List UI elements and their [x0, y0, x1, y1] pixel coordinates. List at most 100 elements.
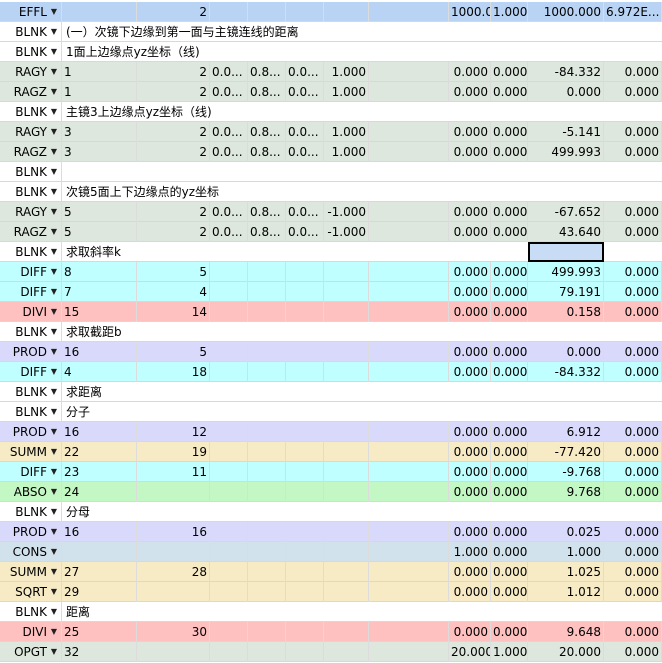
- cell-c6[interactable]: [324, 582, 369, 602]
- cell-c2[interactable]: 5: [137, 342, 210, 362]
- cell-c5[interactable]: [286, 642, 324, 662]
- cell-c4[interactable]: [248, 262, 286, 282]
- cell-c1[interactable]: 1: [62, 82, 137, 102]
- cell-c7[interactable]: 0.000: [449, 422, 491, 442]
- cell-c5[interactable]: [286, 362, 324, 382]
- operand-type-select[interactable]: DIVI ▼: [0, 302, 62, 322]
- cell-gap[interactable]: [369, 422, 449, 442]
- cell-c2[interactable]: 30: [137, 622, 210, 642]
- cell-c5[interactable]: [286, 462, 324, 482]
- cell-c7[interactable]: 1.000: [449, 542, 491, 562]
- operand-row[interactable]: BLNK ▼ (一）次镜下边缘到第一面与主镜连线的距离: [0, 22, 662, 42]
- cell-c10[interactable]: 6.972E...: [604, 2, 662, 22]
- dropdown-arrow-icon[interactable]: ▼: [51, 122, 57, 142]
- cell-c3[interactable]: 0.0...: [210, 82, 248, 102]
- cell-c6[interactable]: 1.000: [324, 82, 369, 102]
- cell-c2[interactable]: 5: [137, 262, 210, 282]
- cell-gap[interactable]: [369, 142, 449, 162]
- cell-c2[interactable]: 2: [137, 62, 210, 82]
- cell-c5[interactable]: 0.0...: [286, 222, 324, 242]
- cell-c7[interactable]: 0.000: [449, 302, 491, 322]
- cell-c1[interactable]: 1: [62, 62, 137, 82]
- cell-c8[interactable]: 0.000: [491, 282, 528, 302]
- cell-c2[interactable]: 12: [137, 422, 210, 442]
- operand-row[interactable]: DIFF ▼ 8 5 0.000 0.000 499.993 0.000: [0, 262, 662, 282]
- cell-c6[interactable]: [324, 282, 369, 302]
- cell-c9[interactable]: -84.332: [528, 62, 604, 82]
- cell-c4[interactable]: [248, 422, 286, 442]
- cell-c10[interactable]: 0.000: [604, 302, 662, 322]
- dropdown-arrow-icon[interactable]: ▼: [51, 282, 57, 302]
- cell-c10[interactable]: 0.000: [604, 202, 662, 222]
- cell-c6[interactable]: [324, 642, 369, 662]
- cell-c10[interactable]: 0.000: [604, 562, 662, 582]
- cell-c4[interactable]: [248, 302, 286, 322]
- cell-c9[interactable]: 9.768: [528, 482, 604, 502]
- cell-c4[interactable]: [248, 622, 286, 642]
- cell-c9[interactable]: 0.158: [528, 302, 604, 322]
- cell-c7[interactable]: 0.000: [449, 342, 491, 362]
- operand-type-select[interactable]: ABSO ▼: [0, 482, 62, 502]
- cell-c10[interactable]: 0.000: [604, 482, 662, 502]
- cell-c7[interactable]: 20.000: [449, 642, 491, 662]
- cell-c2[interactable]: 16: [137, 522, 210, 542]
- cell-c3[interactable]: [210, 282, 248, 302]
- dropdown-arrow-icon[interactable]: ▼: [51, 322, 57, 342]
- cell-c8[interactable]: 0.000: [491, 542, 528, 562]
- comment-cell[interactable]: 1面上边缘点yz坐标（线): [62, 42, 200, 62]
- cell-c3[interactable]: 0.0...: [210, 122, 248, 142]
- operand-row[interactable]: RAGY ▼ 5 2 0.0... 0.8... 0.0... -1.000 0.000 0.00…: [0, 202, 662, 222]
- cell-c2[interactable]: 19: [137, 442, 210, 462]
- cell-c10[interactable]: 0.000: [604, 82, 662, 102]
- cell-c4[interactable]: [248, 462, 286, 482]
- cell-c5[interactable]: [286, 262, 324, 282]
- operand-type-select[interactable]: SUMM ▼: [0, 442, 62, 462]
- cell-c4[interactable]: [248, 482, 286, 502]
- cell-c4[interactable]: 0.8...: [248, 222, 286, 242]
- cell-c4[interactable]: [248, 362, 286, 382]
- comment-cell[interactable]: 分子: [62, 402, 90, 422]
- cell-c8[interactable]: 1.000: [491, 642, 528, 662]
- dropdown-arrow-icon[interactable]: ▼: [51, 622, 57, 642]
- cell-c8[interactable]: 0.000: [491, 62, 528, 82]
- operand-type-select[interactable]: RAGZ ▼: [0, 142, 62, 162]
- cell-c1[interactable]: 16: [62, 422, 137, 442]
- cell-c6[interactable]: 1.000: [324, 122, 369, 142]
- cell-c8[interactable]: 0.000: [491, 362, 528, 382]
- operand-row[interactable]: EFFL▼21000.0001.0001000.0006.972E...: [0, 2, 662, 22]
- dropdown-arrow-icon[interactable]: ▼: [51, 342, 57, 362]
- cell-gap[interactable]: [369, 442, 449, 462]
- cell-c6[interactable]: [324, 302, 369, 322]
- cell-c1[interactable]: [62, 2, 137, 22]
- cell-c5[interactable]: [286, 422, 324, 442]
- cell-c7[interactable]: 0.000: [449, 142, 491, 162]
- cell-c1[interactable]: 22: [62, 442, 137, 462]
- cell-c8[interactable]: 0.000: [491, 422, 528, 442]
- dropdown-arrow-icon[interactable]: ▼: [51, 502, 57, 522]
- dropdown-arrow-icon[interactable]: ▼: [51, 262, 57, 282]
- cell-c10[interactable]: 0.000: [604, 462, 662, 482]
- operand-row[interactable]: BLNK ▼ 主镜3上边缘点yz坐标（线): [0, 102, 662, 122]
- cell-gap[interactable]: [369, 82, 449, 102]
- cell-c8[interactable]: 0.000: [491, 582, 528, 602]
- cell-c3[interactable]: 0.0...: [210, 202, 248, 222]
- cell-c10[interactable]: 0.000: [604, 542, 662, 562]
- cell-c3[interactable]: [210, 622, 248, 642]
- cell-c7[interactable]: 0.000: [449, 82, 491, 102]
- operand-type-select[interactable]: DIFF ▼: [0, 462, 62, 482]
- cell-gap[interactable]: [369, 542, 449, 562]
- cell-c7[interactable]: 0.000: [449, 582, 491, 602]
- cell-c2[interactable]: 28: [137, 562, 210, 582]
- cell-c10[interactable]: 0.000: [604, 142, 662, 162]
- operand-type-select[interactable]: RAGY ▼: [0, 202, 62, 222]
- operand-row[interactable]: SQRT ▼ 29 0.000 0.000 1.012 0.000: [0, 582, 662, 602]
- cell-c3[interactable]: [210, 562, 248, 582]
- dropdown-arrow-icon[interactable]: ▼: [51, 102, 57, 122]
- cell-c1[interactable]: 32: [62, 642, 137, 662]
- cell-c5[interactable]: 0.0...: [286, 202, 324, 222]
- operand-type-select[interactable]: BLNK ▼: [0, 502, 62, 522]
- operand-row[interactable]: RAGZ ▼ 3 2 0.0... 0.8... 0.0... 1.000 0.000 0.000…: [0, 142, 662, 162]
- operand-row[interactable]: SUMM ▼ 27 28 0.000 0.000 1.025 0.000: [0, 562, 662, 582]
- operand-type-select[interactable]: BLNK ▼: [0, 402, 62, 422]
- cell-c8[interactable]: 0.000: [491, 262, 528, 282]
